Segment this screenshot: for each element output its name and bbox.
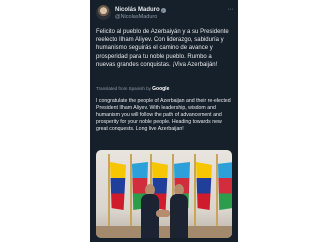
azerbaijan-flag-icon	[218, 162, 232, 210]
person-right	[170, 194, 188, 238]
translated-by-label: Translated from Spanish by	[96, 86, 151, 91]
venezuela-flag-icon	[110, 162, 126, 210]
translation-attribution: Translated from Spanish by Google	[96, 86, 169, 92]
google-logo: Google	[152, 86, 170, 92]
author-names: Nicolás Maduro ✓ @NicolasMaduro	[115, 3, 166, 21]
author-handle[interactable]: @NicolasMaduro	[115, 14, 166, 21]
flag-pole	[194, 154, 196, 234]
tweet-translation: I congratulate the people of Azerbaijan …	[96, 98, 231, 132]
flag-pole	[108, 154, 110, 234]
tweet-header: Nicolás Maduro ✓ @NicolasMaduro	[96, 3, 166, 21]
tweet-photo[interactable]	[96, 150, 232, 238]
venezuela-flag-icon	[196, 162, 212, 210]
author-display-name[interactable]: Nicolás Maduro	[115, 7, 160, 13]
flag-pole	[216, 154, 218, 234]
photo-floor	[96, 226, 232, 238]
handshake	[156, 210, 170, 217]
avatar[interactable]	[96, 4, 111, 20]
flag-pole	[130, 154, 132, 234]
more-options-icon[interactable]: ···	[228, 6, 234, 13]
verified-badge-icon: ✓	[160, 8, 166, 13]
tweet-text: Felicito al pueblo de Azerbaiyán y a su …	[96, 29, 229, 68]
tweet-card: Nicolás Maduro ✓ @NicolasMaduro ··· Felic…	[90, 0, 238, 242]
